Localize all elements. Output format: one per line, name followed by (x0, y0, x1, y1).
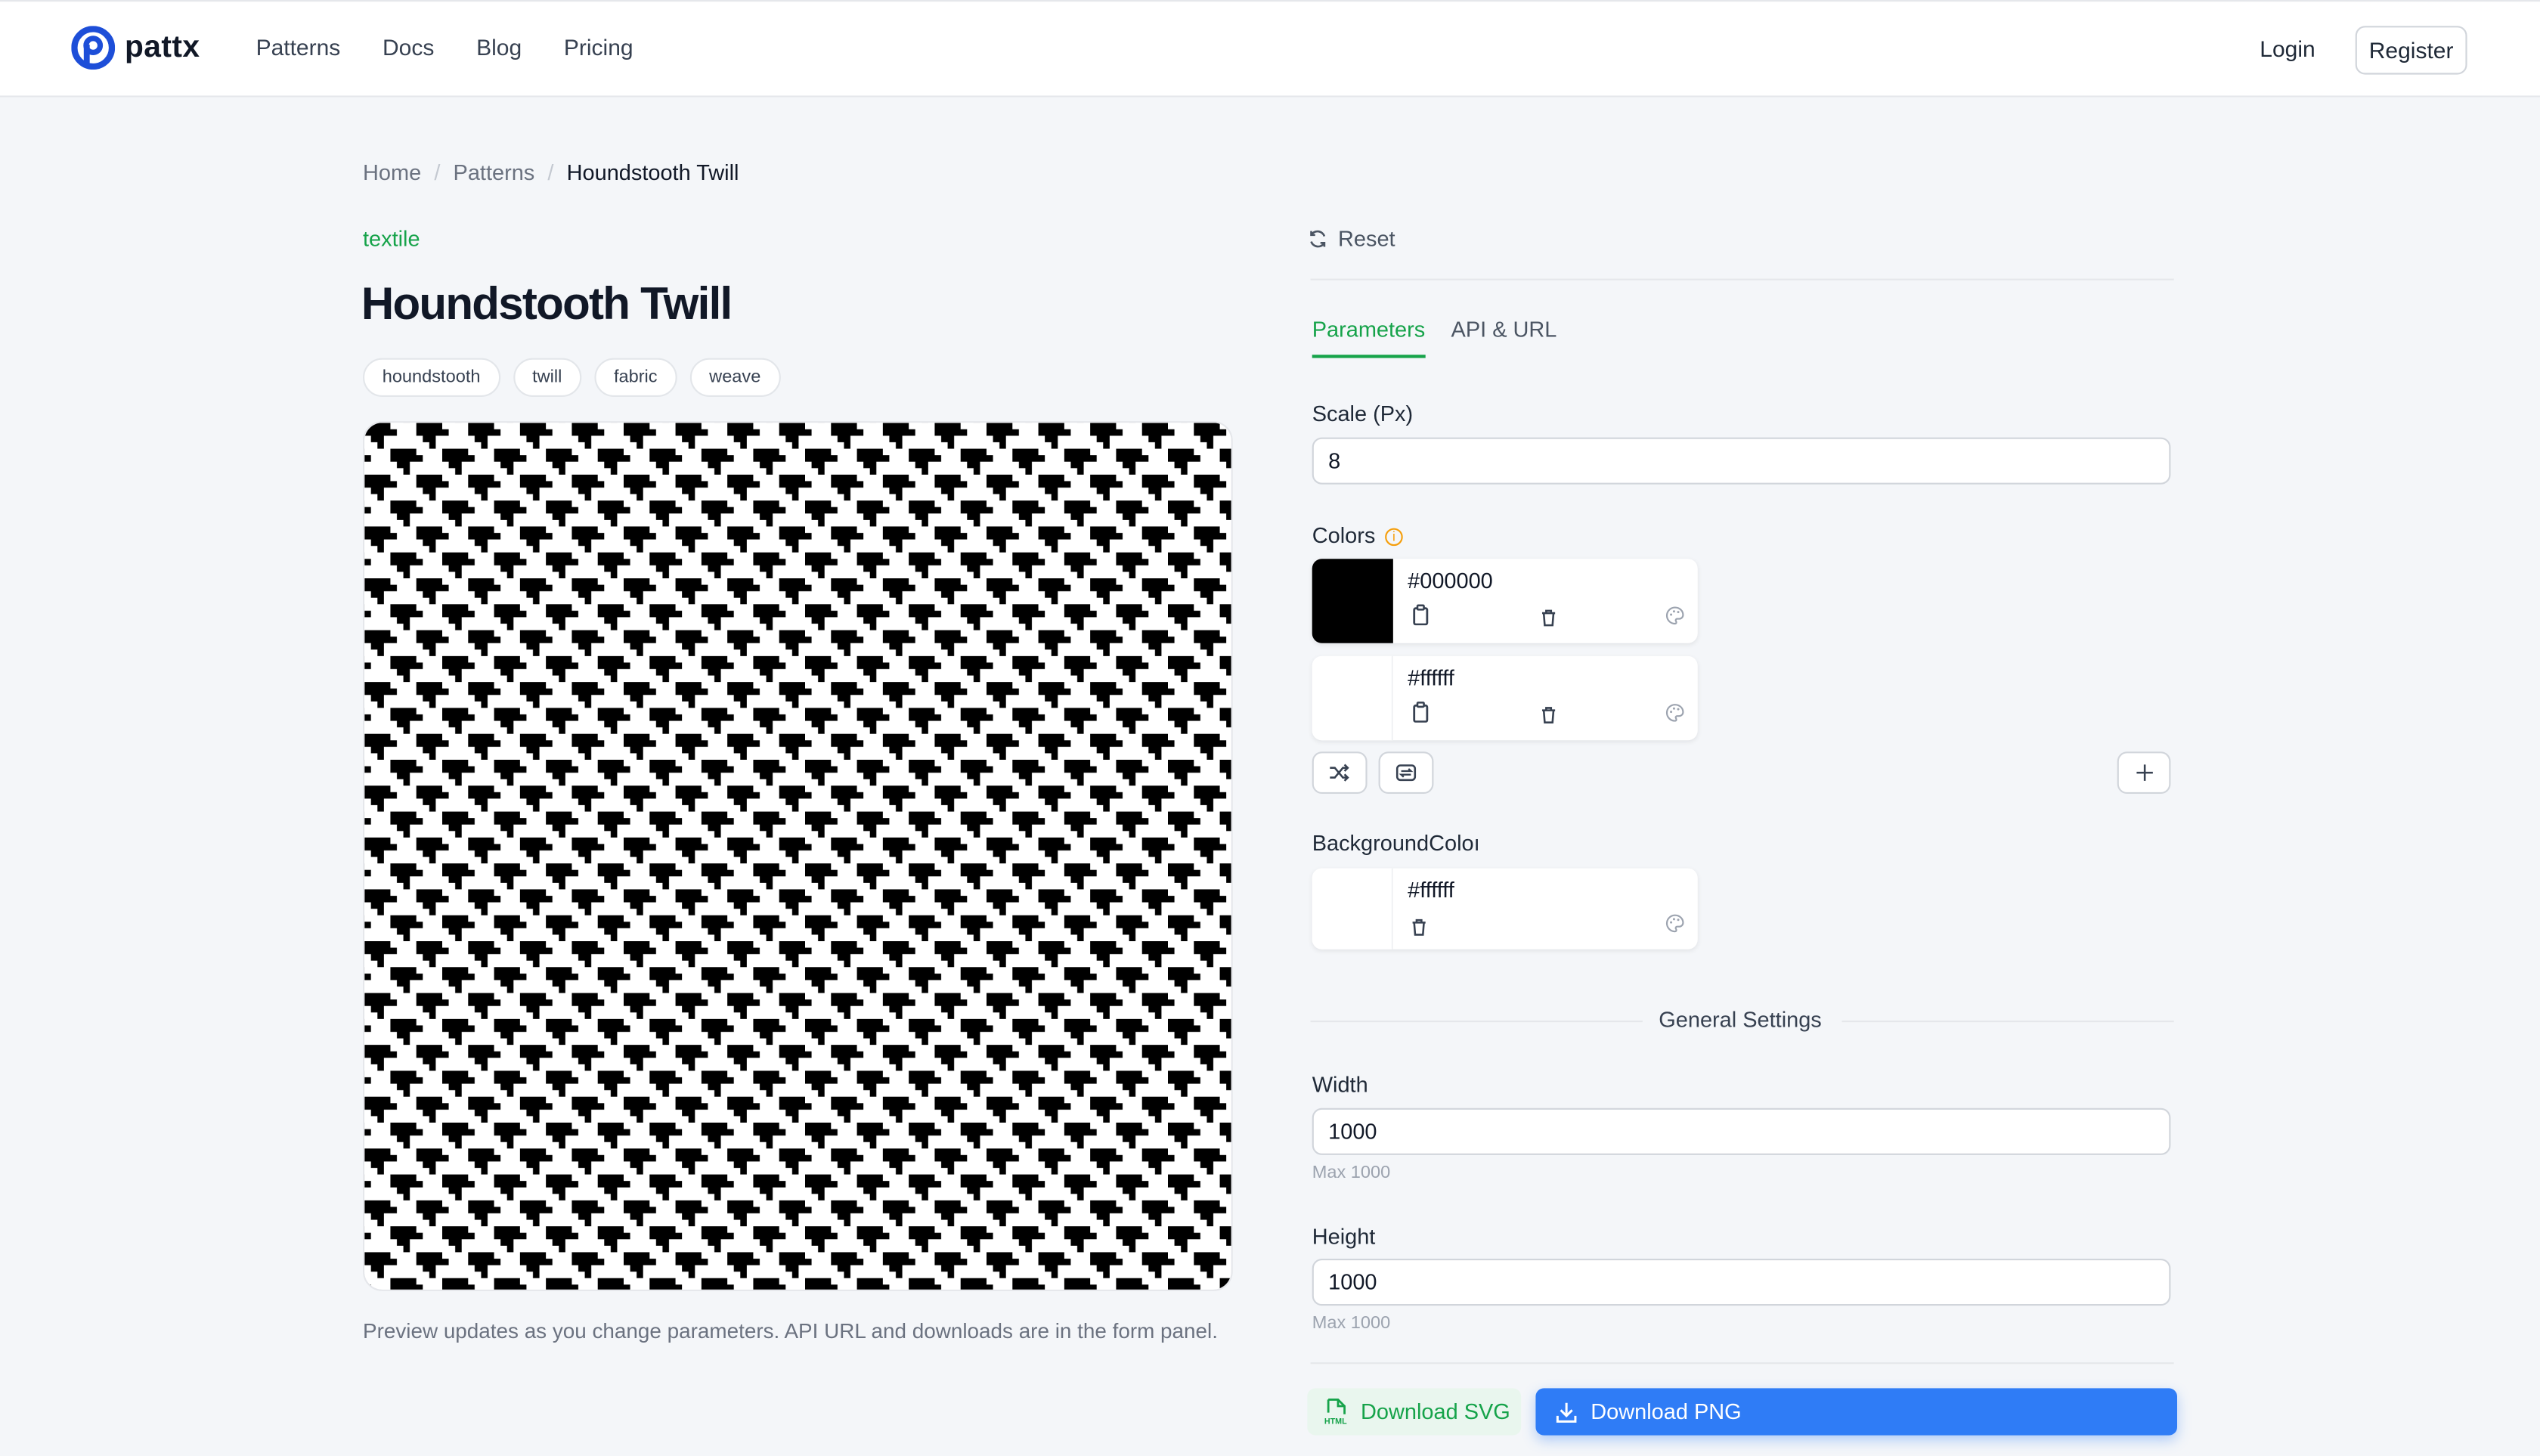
breadcrumb-patterns[interactable]: Patterns (454, 160, 535, 184)
width-input[interactable]: 1000 (1312, 1107, 2171, 1155)
section-divider (1310, 1021, 1643, 1023)
colors-label: Colors (1312, 523, 1376, 548)
download-svg-label: Download SVG (1361, 1399, 1510, 1424)
trash-icon[interactable] (1541, 609, 1557, 627)
nav-item-blog[interactable]: Blog (476, 34, 522, 60)
section-divider (1842, 1021, 2174, 1023)
breadcrumb: Home / Patterns / Houndstooth Twill (363, 160, 739, 184)
brand-logo[interactable]: pattx (71, 26, 200, 70)
divider (1310, 1362, 2174, 1365)
trash-icon[interactable] (1541, 706, 1557, 724)
swap-icon (1395, 764, 1417, 782)
download-svg-button[interactable]: HTML Download SVG (1307, 1388, 1522, 1436)
swap-colors-button[interactable] (1378, 751, 1434, 794)
tag-fabric[interactable]: fabric (594, 358, 677, 397)
height-hint: Max 1000 (1312, 1313, 1391, 1334)
tag-houndstooth[interactable]: houndstooth (363, 358, 500, 397)
background-color-label: BackgroundColoı (1312, 831, 1480, 856)
plus-icon (2136, 764, 2152, 781)
breadcrumb-separator: / (547, 160, 554, 185)
tab-api-url[interactable]: API & URL (1451, 318, 1557, 358)
register-button[interactable]: Register (2355, 26, 2467, 75)
width-hint: Max 1000 (1312, 1163, 1391, 1183)
tag-weave[interactable]: weave (689, 358, 781, 397)
scale-label: Scale (Px) (1312, 401, 1414, 426)
add-color-button[interactable] (2117, 751, 2171, 794)
pattern-preview (363, 421, 1233, 1291)
color-swatch[interactable] (1312, 655, 1393, 741)
refresh-icon (1310, 230, 1326, 248)
main-nav: Patterns Docs Blog Pricing (256, 34, 633, 60)
nav-item-docs[interactable]: Docs (383, 34, 434, 60)
background-color-swatch[interactable] (1312, 868, 1393, 949)
palette-icon[interactable] (1665, 703, 1685, 723)
breadcrumb-home[interactable]: Home (363, 160, 421, 184)
reset-button[interactable]: Reset (1307, 227, 1395, 251)
divider (1310, 278, 2174, 280)
height-label: Height (1312, 1225, 1376, 1250)
scale-input[interactable]: 8 (1312, 437, 2171, 485)
palette-icon[interactable] (1665, 914, 1685, 934)
category-label[interactable]: textile (363, 227, 420, 251)
background-color-row: #ffffff (1312, 868, 1698, 949)
reset-label: Reset (1338, 227, 1395, 252)
tab-parameters[interactable]: Parameters (1312, 318, 1426, 358)
info-icon[interactable]: i (1385, 528, 1403, 547)
background-color-hex-value[interactable]: #ffffff (1408, 878, 1454, 902)
color-hex-value[interactable]: #000000 (1408, 568, 1493, 593)
width-label: Width (1312, 1072, 1368, 1097)
download-png-label: Download PNG (1591, 1399, 1742, 1424)
top-navbar: pattx Patterns Docs Blog Pricing Login R… (0, 0, 2540, 98)
breadcrumb-separator: / (434, 160, 441, 185)
svg-file-badge: HTML (1324, 1417, 1347, 1426)
trash-icon[interactable] (1411, 919, 1426, 937)
color-swatch[interactable] (1312, 559, 1393, 643)
nav-item-patterns[interactable]: Patterns (256, 34, 341, 60)
height-input[interactable]: 1000 (1312, 1259, 2171, 1306)
copy-icon[interactable] (1411, 702, 1430, 723)
general-settings-heading: General Settings (1659, 1007, 1822, 1032)
shuffle-colors-button[interactable] (1312, 751, 1368, 794)
color-hex-value[interactable]: #ffffff (1408, 666, 1454, 690)
nav-item-pricing[interactable]: Pricing (564, 34, 633, 60)
tag-list: houndstooth twill fabric weave (363, 358, 781, 397)
page-title: Houndstooth Twill (361, 278, 733, 329)
copy-icon[interactable] (1411, 604, 1430, 626)
preview-caption: Preview updates as you change parameters… (363, 1318, 1218, 1343)
shuffle-icon (1330, 764, 1349, 782)
tag-twill[interactable]: twill (513, 358, 582, 397)
logo-icon (71, 26, 116, 70)
palette-icon[interactable] (1665, 606, 1685, 625)
brand-name: pattx (125, 29, 200, 64)
panel-tabs: Parameters API & URL (1312, 318, 1557, 358)
pattern-preview-canvas (364, 423, 1231, 1290)
breadcrumb-current: Houndstooth Twill (566, 160, 739, 185)
file-code-icon: HTML (1324, 1399, 1347, 1426)
color-row: #000000 (1312, 559, 1698, 643)
login-link[interactable]: Login (2260, 36, 2315, 61)
download-icon (1556, 1402, 1577, 1422)
download-png-button[interactable]: Download PNG (1535, 1388, 2177, 1436)
colors-label-row: Colors i (1312, 523, 1403, 547)
color-row: #ffffff (1312, 655, 1698, 741)
